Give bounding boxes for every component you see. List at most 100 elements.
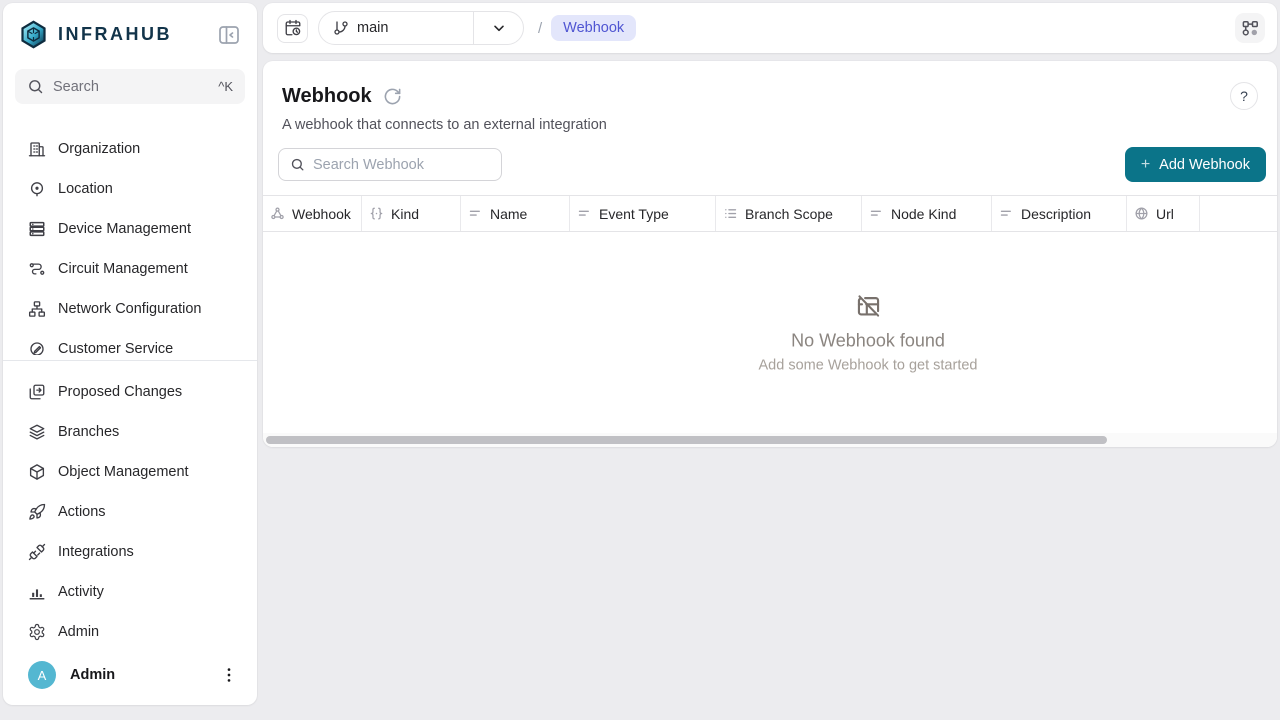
sidebar-item-activity[interactable]: Activity bbox=[3, 572, 257, 612]
column-header-kind[interactable]: Kind bbox=[362, 196, 461, 231]
sidebar-item-organization[interactable]: Organization bbox=[3, 129, 257, 169]
sidebar-item-network-configuration[interactable]: Network Configuration bbox=[3, 289, 257, 329]
sidebar-nav-primary: Organization Location Device Management Cir… bbox=[3, 129, 257, 355]
content-panel: Webhook ? A webhook that connects to an … bbox=[263, 61, 1277, 447]
text-icon bbox=[869, 206, 884, 221]
sidebar-item-label: Object Management bbox=[58, 464, 189, 480]
column-header-label: Webhook bbox=[292, 206, 351, 222]
empty-state-title: No Webhook found bbox=[791, 330, 945, 351]
sidebar-item-label: Activity bbox=[58, 584, 104, 600]
topbar: main / Webhook bbox=[263, 3, 1277, 53]
sidebar-item-object-management[interactable]: Object Management bbox=[3, 452, 257, 492]
search-input[interactable] bbox=[53, 79, 209, 95]
column-header-description[interactable]: Description bbox=[992, 196, 1127, 231]
sidebar-item-admin[interactable]: Admin bbox=[3, 612, 257, 650]
horizontal-scrollbar bbox=[263, 433, 1277, 447]
sidebar-item-proposed-changes[interactable]: Proposed Changes bbox=[3, 372, 257, 412]
sidebar-item-device-management[interactable]: Device Management bbox=[3, 209, 257, 249]
column-header-label: Event Type bbox=[599, 206, 669, 222]
branch-name: main bbox=[357, 20, 388, 36]
page-header: Webhook ? A webhook that connects to an … bbox=[263, 61, 1277, 133]
webhook-icon bbox=[270, 206, 285, 221]
table-header-row: Webhook Kind Name Event Type Branch Scope Nod… bbox=[263, 195, 1277, 232]
text-icon bbox=[577, 206, 592, 221]
column-header-label: Name bbox=[490, 206, 527, 222]
sidebar-item-branches[interactable]: Branches bbox=[3, 412, 257, 452]
empty-state-subtitle: Add some Webhook to get started bbox=[759, 357, 978, 373]
page-title: Webhook bbox=[282, 85, 372, 108]
infrahub-logo-icon bbox=[18, 19, 49, 50]
sidebar-item-label: Proposed Changes bbox=[58, 384, 182, 400]
sidebar-item-customer-service[interactable]: Customer Service bbox=[3, 329, 257, 355]
breadcrumb-webhook[interactable]: Webhook bbox=[551, 15, 636, 41]
table-body: No Webhook found Add some Webhook to get… bbox=[263, 232, 1277, 433]
branch-dropdown-toggle[interactable] bbox=[474, 20, 523, 36]
collapse-sidebar-icon[interactable] bbox=[217, 23, 241, 47]
scrollbar-thumb[interactable] bbox=[266, 436, 1107, 444]
add-webhook-button[interactable]: + Add Webhook bbox=[1125, 147, 1266, 182]
global-search[interactable]: ^K bbox=[15, 69, 245, 105]
column-header-url[interactable]: Url bbox=[1127, 196, 1200, 231]
network-icon bbox=[28, 300, 46, 318]
column-header-label: Url bbox=[1156, 206, 1174, 222]
webhook-search[interactable] bbox=[278, 148, 502, 181]
text-icon bbox=[999, 206, 1014, 221]
chevron-down-icon bbox=[491, 20, 507, 36]
sidebar-item-circuit-management[interactable]: Circuit Management bbox=[3, 249, 257, 289]
sidebar-item-label: Network Configuration bbox=[58, 301, 201, 317]
sidebar-item-integrations[interactable]: Integrations bbox=[3, 532, 257, 572]
schema-visualizer-button[interactable] bbox=[1235, 13, 1265, 43]
braces-icon bbox=[369, 206, 384, 221]
column-header-event-type[interactable]: Event Type bbox=[570, 196, 716, 231]
globe-icon bbox=[1134, 206, 1149, 221]
search-shortcut: ^K bbox=[218, 79, 233, 94]
sidebar: INFRAHUB ^K Organization Location Device M… bbox=[3, 3, 257, 705]
sidebar-item-label: Customer Service bbox=[58, 341, 173, 355]
column-header-label: Description bbox=[1021, 206, 1091, 222]
column-header-label: Kind bbox=[391, 206, 419, 222]
schema-diagram-icon bbox=[1241, 19, 1260, 38]
chart-icon bbox=[28, 583, 46, 601]
column-header-branch-scope[interactable]: Branch Scope bbox=[716, 196, 862, 231]
sidebar-item-location[interactable]: Location bbox=[3, 169, 257, 209]
sidebar-item-label: Actions bbox=[58, 504, 106, 520]
avatar: A bbox=[28, 661, 56, 689]
page-subtitle: A webhook that connects to an external i… bbox=[282, 117, 1258, 133]
column-header-label: Node Kind bbox=[891, 206, 956, 222]
list-icon bbox=[723, 206, 738, 221]
calendar-clock-icon bbox=[284, 19, 302, 37]
location-icon bbox=[28, 180, 46, 198]
branch-selector[interactable]: main bbox=[318, 11, 524, 45]
sidebar-nav-secondary: Proposed Changes Branches Object Managemen… bbox=[3, 361, 257, 650]
webhook-search-input[interactable] bbox=[313, 157, 490, 173]
building-icon bbox=[28, 140, 46, 158]
column-header-node-kind[interactable]: Node Kind bbox=[862, 196, 992, 231]
server-icon bbox=[28, 220, 46, 238]
sidebar-item-label: Device Management bbox=[58, 221, 191, 237]
column-header-label: Branch Scope bbox=[745, 206, 833, 222]
sidebar-item-label: Organization bbox=[58, 141, 140, 157]
git-branch-icon bbox=[333, 20, 349, 36]
help-button[interactable]: ? bbox=[1230, 82, 1258, 110]
sidebar-item-label: Circuit Management bbox=[58, 261, 188, 277]
table-toolbar: + Add Webhook bbox=[263, 133, 1277, 195]
cube-icon bbox=[28, 463, 46, 481]
user-menu[interactable]: A Admin bbox=[3, 650, 257, 705]
gear-icon bbox=[28, 623, 46, 641]
refresh-icon[interactable] bbox=[383, 87, 402, 106]
time-travel-button[interactable] bbox=[277, 14, 308, 43]
plug-icon bbox=[28, 543, 46, 561]
kebab-menu-icon[interactable] bbox=[219, 665, 239, 685]
route-icon bbox=[28, 260, 46, 278]
column-header-name[interactable]: Name bbox=[461, 196, 570, 231]
app-title: INFRAHUB bbox=[58, 24, 217, 45]
sidebar-item-label: Admin bbox=[58, 624, 99, 640]
sidebar-header: INFRAHUB bbox=[3, 3, 257, 53]
sidebar-item-actions[interactable]: Actions bbox=[3, 492, 257, 532]
branch-current[interactable]: main bbox=[319, 20, 473, 36]
column-header-webhook[interactable]: Webhook bbox=[263, 196, 362, 231]
rocket-icon bbox=[28, 503, 46, 521]
text-icon bbox=[468, 206, 483, 221]
user-name: Admin bbox=[70, 667, 205, 683]
column-header-filler bbox=[1200, 196, 1277, 231]
